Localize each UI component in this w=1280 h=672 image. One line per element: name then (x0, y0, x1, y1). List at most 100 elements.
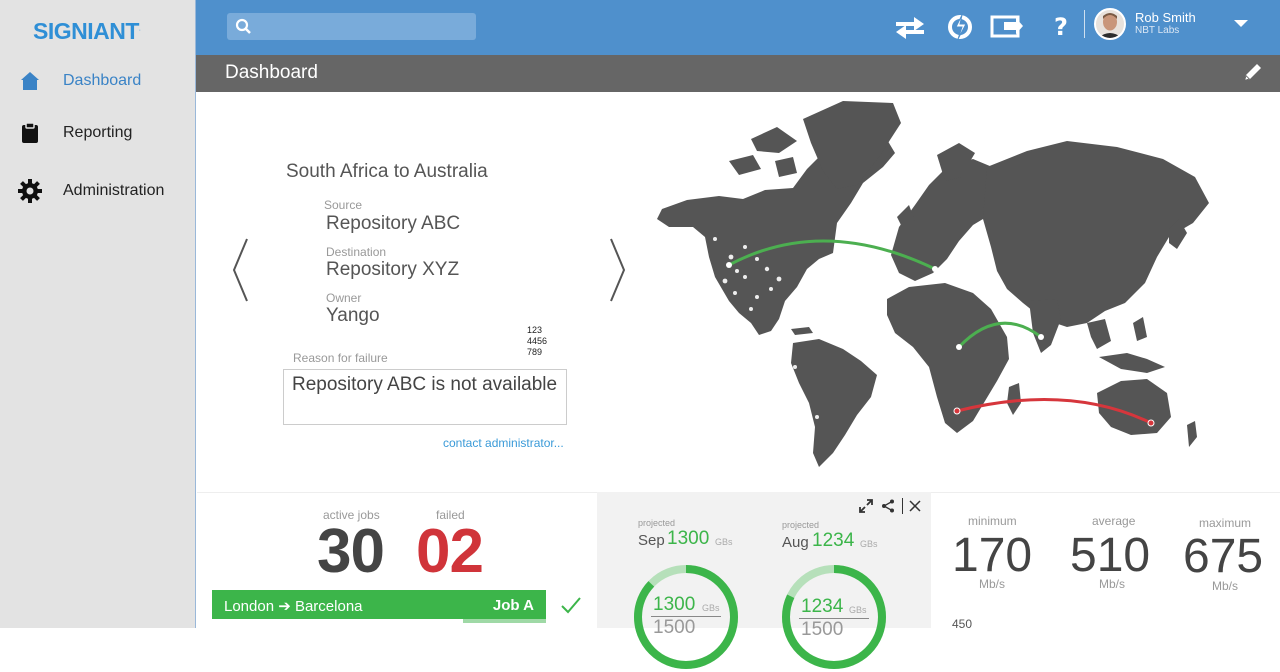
projected-label: projected (782, 520, 820, 530)
checkmark-icon (561, 597, 581, 614)
gear-icon (18, 179, 42, 203)
failed-jobs-count[interactable]: 02 (416, 521, 484, 583)
help-glyph: ? (1054, 13, 1068, 41)
previous-arrow-icon[interactable] (231, 237, 251, 303)
search-input[interactable] (257, 16, 467, 37)
job-progress-fill (212, 619, 463, 623)
avatar[interactable] (1094, 8, 1126, 40)
topbar-divider (1084, 10, 1085, 38)
caribbean-island (791, 327, 813, 335)
projected-value: 1300 (667, 528, 710, 549)
arctic-island (729, 155, 761, 175)
projected-month: Sep (638, 532, 665, 549)
signiant-logo[interactable]: SIGNIANT. (33, 18, 141, 45)
jobs-panel: active jobs 30 failed 02 London ➔ Barcel… (197, 492, 597, 628)
africa-landmass (887, 283, 1009, 433)
throughput-panel: minimum 170 Mb/s average 510 Mb/s maximu… (931, 492, 1280, 631)
sidebar-item-reporting[interactable]: Reporting (0, 113, 196, 153)
logo-mark: . (138, 25, 141, 33)
sidebar-item-administration[interactable]: Administration (0, 171, 196, 211)
sidebar-item-label: Dashboard (63, 72, 142, 89)
toolbar-divider (902, 498, 903, 514)
maximum-label: maximum (1199, 516, 1252, 530)
route-endpoint (953, 407, 961, 415)
cast-icon[interactable] (990, 10, 1024, 44)
minimum-value: 170 (952, 529, 1033, 582)
reference-number: 123 (527, 325, 543, 335)
ring-unit: GBs (849, 605, 867, 615)
job-name: Job A (492, 597, 534, 614)
sidebar: SIGNIANT. Dashboard Reporting Administra… (0, 0, 196, 628)
sidebar-item-label: Administration (63, 182, 165, 199)
projected-month: Aug (782, 534, 809, 551)
arctic-island (751, 127, 797, 153)
new-zealand-landmass (1187, 421, 1197, 447)
title-bar: Dashboard (196, 55, 1280, 92)
route-endpoint (1147, 419, 1155, 427)
page-title: Dashboard (225, 62, 318, 83)
sidebar-item-label: Reporting (63, 124, 133, 141)
active-jobs-count: 30 (317, 517, 385, 586)
south-america-landmass (791, 339, 877, 467)
owner-label: Owner (326, 291, 362, 305)
route-endpoint (1038, 334, 1044, 340)
arctic-island (775, 157, 797, 177)
user-name[interactable]: Rob Smith (1135, 10, 1196, 25)
share-icon[interactable] (880, 498, 896, 514)
search-icon (235, 18, 252, 40)
close-icon[interactable] (907, 498, 923, 514)
projected-value: 1234 (812, 530, 855, 551)
madagascar-landmass (1007, 383, 1021, 415)
minimum-unit: Mb/s (979, 577, 1006, 591)
average-label: average (1092, 514, 1136, 528)
chevron-down-icon[interactable] (1234, 20, 1248, 27)
projected-unit: GBs (715, 537, 733, 547)
ring-unit: GBs (702, 603, 720, 613)
sync-icon[interactable] (943, 10, 977, 44)
pencil-icon[interactable] (1242, 61, 1266, 85)
logo-text: SIGNIANT (33, 18, 139, 44)
maximum-unit: Mb/s (1212, 579, 1239, 593)
y-axis-tick-label: 450 (952, 617, 973, 631)
clipboard-icon (18, 121, 42, 145)
source-value: Repository ABC (326, 213, 461, 234)
route-endpoint (956, 344, 962, 350)
average-value: 510 (1070, 529, 1151, 582)
search-box[interactable] (227, 13, 476, 40)
reference-number: 4456 (527, 336, 548, 346)
philippines-landmass (1133, 317, 1147, 341)
reference-numbers: 123 4456 789 (527, 325, 547, 358)
destination-label: Destination (326, 245, 387, 259)
average-unit: Mb/s (1099, 577, 1126, 591)
route-title: South Africa to Australia (286, 161, 488, 182)
ring-total: 1500 (653, 617, 696, 638)
sidebar-item-dashboard[interactable]: Dashboard (0, 61, 196, 101)
home-icon (18, 69, 42, 93)
reference-number: 789 (527, 347, 543, 357)
help-icon[interactable]: ? (1044, 10, 1078, 44)
ring-value: 1300 (653, 594, 696, 615)
southeast-asia-landmass (1087, 319, 1111, 349)
world-map (657, 101, 1209, 467)
job-route: London ➔ Barcelona (224, 598, 363, 615)
next-arrow-icon[interactable] (607, 237, 627, 303)
minimum-label: minimum (968, 514, 1017, 528)
expand-icon[interactable] (858, 498, 874, 514)
destination-value: Repository XYZ (326, 259, 460, 280)
projection-panel: projected Sep 1300 GBs 1300 GBs 1500 pro… (597, 492, 931, 669)
route-endpoint (726, 262, 732, 268)
maximum-value: 675 (1183, 530, 1264, 583)
owner-value: Yango (326, 305, 380, 326)
source-label: Source (324, 198, 363, 212)
ring-value: 1234 (801, 596, 844, 617)
job-row[interactable]: London ➔ Barcelona Job A (212, 590, 546, 623)
projected-label: projected (638, 518, 676, 528)
user-organization: NBT Labs (1135, 25, 1180, 36)
transfer-panel: South Africa to Australia Source Reposit… (197, 92, 1280, 492)
india-landmass (1029, 299, 1061, 353)
contact-administrator-link[interactable]: contact administrator... (443, 436, 564, 450)
reason-label: Reason for failure (293, 351, 388, 365)
job-progress-bar (212, 619, 546, 623)
transfer-icon[interactable] (893, 10, 927, 44)
ring-total: 1500 (801, 619, 844, 640)
